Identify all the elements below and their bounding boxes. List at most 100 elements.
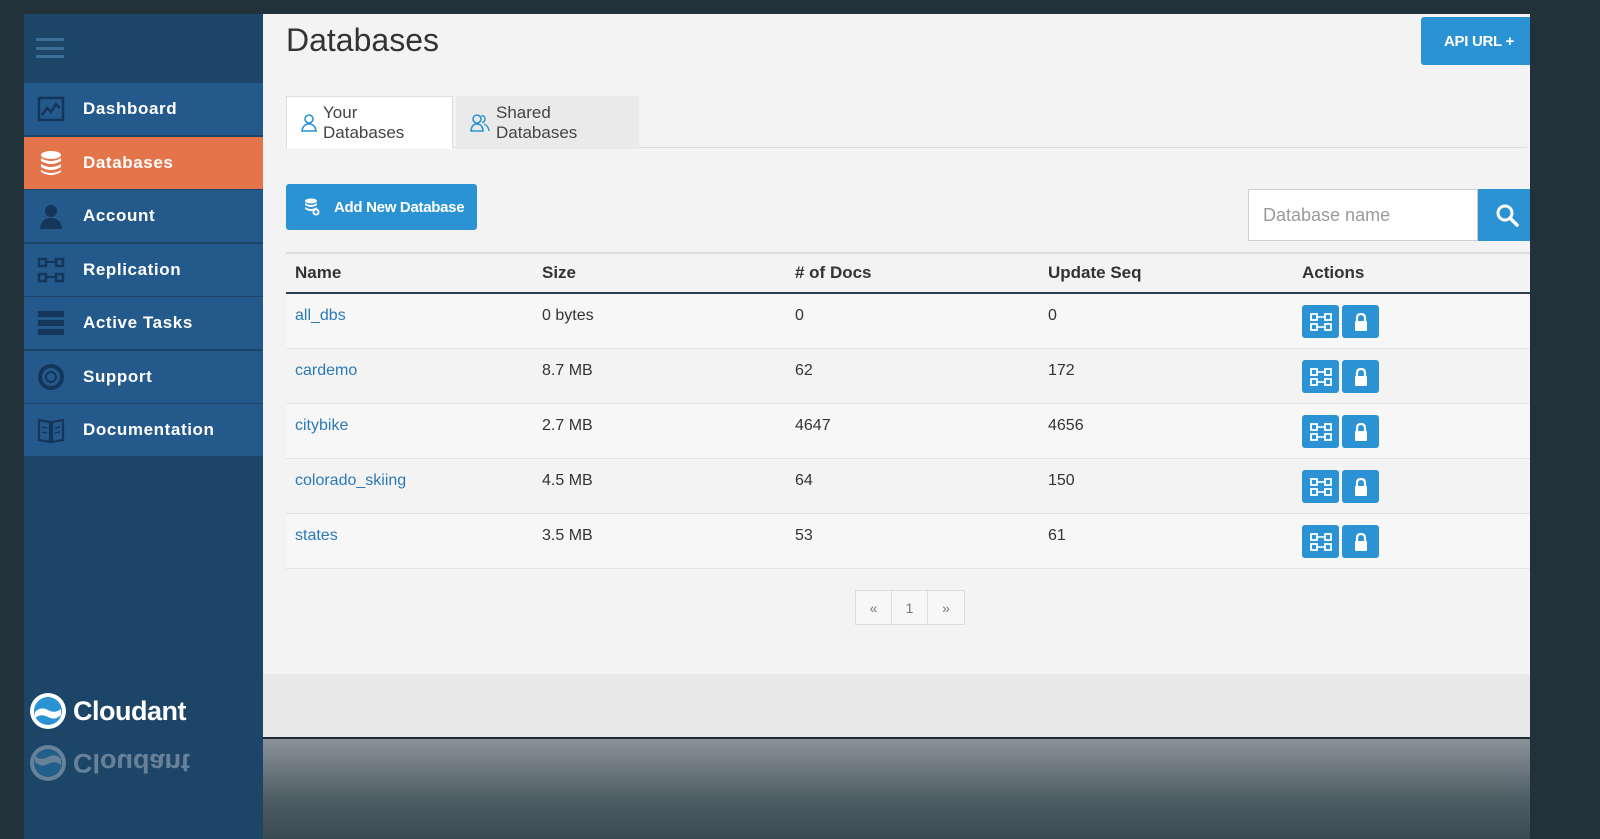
main-panel: Databases API URL + Your Databases Share… (263, 14, 1530, 839)
sidebar-item-label: Databases (83, 152, 174, 172)
column-header-update-seq[interactable]: Update Seq (1047, 263, 1301, 283)
database-link[interactable]: all_dbs (295, 307, 346, 324)
lock-icon (1353, 367, 1369, 387)
replication-icon (37, 256, 65, 284)
cell-actions (1301, 305, 1530, 338)
logo-reflection: Cloudant (29, 744, 190, 782)
tab-label: Your Databases (323, 102, 405, 142)
cell-docs: 64 (795, 472, 813, 489)
database-link[interactable]: colorado_skiing (295, 472, 406, 489)
cell-actions (1301, 525, 1530, 558)
sidebar-item-replication[interactable]: Replication (24, 243, 263, 296)
table-row: colorado_skiing 4.5 MB 64 150 (286, 459, 1530, 514)
sidebar-nav: Dashboard Databases Account Replication (24, 83, 263, 458)
pagination-page[interactable]: 1 (892, 591, 928, 624)
replicate-icon (1309, 477, 1332, 496)
brand-name: Cloudant (73, 695, 186, 726)
cell-docs: 0 (795, 307, 804, 324)
replicate-button[interactable] (1302, 525, 1339, 558)
cloudant-logo: Cloudant (29, 692, 186, 730)
database-icon (37, 149, 65, 177)
cloudant-logo-reflection-icon (30, 745, 66, 781)
column-header-actions: Actions (1302, 263, 1365, 282)
permissions-button[interactable] (1342, 305, 1379, 338)
cell-update-seq: 4656 (1048, 417, 1084, 434)
cell-size: 2.7 MB (542, 417, 593, 434)
sidebar-item-documentation[interactable]: Documentation (24, 404, 263, 456)
cell-actions (1301, 415, 1530, 448)
tab-shared-databases[interactable]: Shared Databases (456, 96, 639, 149)
cell-docs: 62 (795, 362, 813, 379)
cell-name: cardemo (286, 362, 539, 380)
cell-actions (1301, 360, 1530, 393)
database-search-input[interactable] (1248, 189, 1478, 241)
search-button[interactable] (1478, 189, 1530, 241)
cell-name: citybike (286, 417, 539, 435)
cell-update-seq: 0 (1048, 307, 1057, 324)
hamburger-menu-icon[interactable] (36, 38, 64, 58)
cell-update-seq: 150 (1048, 472, 1075, 489)
column-header-name[interactable]: Name (286, 263, 539, 283)
database-tabs: Your Databases Shared Databases (286, 96, 1527, 149)
permissions-button[interactable] (1342, 360, 1379, 393)
replicate-button[interactable] (1302, 415, 1339, 448)
table-body: all_dbs 0 bytes 0 0 cardemo 8.7 MB 62 172 citybi… (286, 294, 1530, 569)
replicate-icon (1309, 367, 1332, 386)
cell-size: 0 bytes (542, 307, 594, 324)
sidebar-item-label: Dashboard (83, 99, 178, 118)
sidebar-item-label: Replication (83, 259, 182, 279)
table-row: states 3.5 MB 53 61 (286, 514, 1530, 569)
cell-size: 4.5 MB (542, 472, 593, 489)
column-header-docs[interactable]: # of Docs (793, 263, 1047, 283)
table-row: all_dbs 0 bytes 0 0 (286, 294, 1530, 349)
cell-name: all_dbs (286, 307, 539, 325)
lifebuoy-icon (37, 363, 65, 391)
lock-icon (1353, 477, 1369, 497)
cell-docs: 53 (795, 527, 813, 544)
user-icon (37, 202, 65, 230)
cell-update-seq: 172 (1048, 362, 1075, 379)
replicate-icon (1309, 422, 1332, 441)
footer-area (263, 674, 1530, 737)
sidebar-item-label: Active Tasks (83, 313, 193, 332)
replicate-button[interactable] (1302, 360, 1339, 393)
table-row: cardemo 8.7 MB 62 172 (286, 349, 1530, 404)
sidebar-item-dashboard[interactable]: Dashboard (24, 83, 263, 135)
sidebar: Dashboard Databases Account Replication (24, 14, 263, 839)
sidebar-item-label: Account (83, 206, 156, 225)
column-header-size[interactable]: Size (539, 263, 793, 283)
cell-name: colorado_skiing (286, 472, 539, 490)
lock-icon (1353, 422, 1369, 442)
cell-size: 3.5 MB (542, 527, 593, 544)
database-link[interactable]: citybike (295, 417, 348, 434)
search-icon (1496, 204, 1519, 227)
permissions-button[interactable] (1342, 415, 1379, 448)
book-icon (37, 416, 65, 444)
replicate-icon (1309, 312, 1332, 331)
permissions-button[interactable] (1342, 470, 1379, 503)
sidebar-item-account[interactable]: Account (24, 190, 263, 242)
api-url-button[interactable]: API URL + (1421, 17, 1530, 65)
pagination-prev[interactable]: « (856, 591, 892, 624)
sidebar-item-databases[interactable]: Databases (24, 136, 263, 189)
tab-your-databases[interactable]: Your Databases (286, 96, 453, 149)
tab-label: Shared Databases (496, 102, 578, 142)
page-title: Databases (286, 22, 439, 58)
permissions-button[interactable] (1342, 525, 1379, 558)
sidebar-item-label: Support (83, 366, 153, 386)
sidebar-item-active-tasks[interactable]: Active Tasks (24, 297, 263, 349)
cell-update-seq: 61 (1048, 527, 1066, 544)
add-new-database-button[interactable]: Add New Database (286, 184, 477, 230)
table-header: Name Size # of Docs Update Seq Actions (286, 254, 1530, 294)
tasks-icon (37, 309, 65, 337)
cell-docs: 4647 (795, 417, 831, 434)
pagination-next[interactable]: » (928, 591, 964, 624)
user-outline-icon (301, 113, 317, 132)
brand-name-reflection: Cloudant (73, 748, 190, 779)
replicate-button[interactable] (1302, 305, 1339, 338)
sidebar-item-support[interactable]: Support (24, 350, 263, 403)
replicate-button[interactable] (1302, 470, 1339, 503)
database-link[interactable]: states (295, 527, 338, 544)
cell-name: states (286, 527, 539, 545)
database-link[interactable]: cardemo (295, 362, 357, 379)
